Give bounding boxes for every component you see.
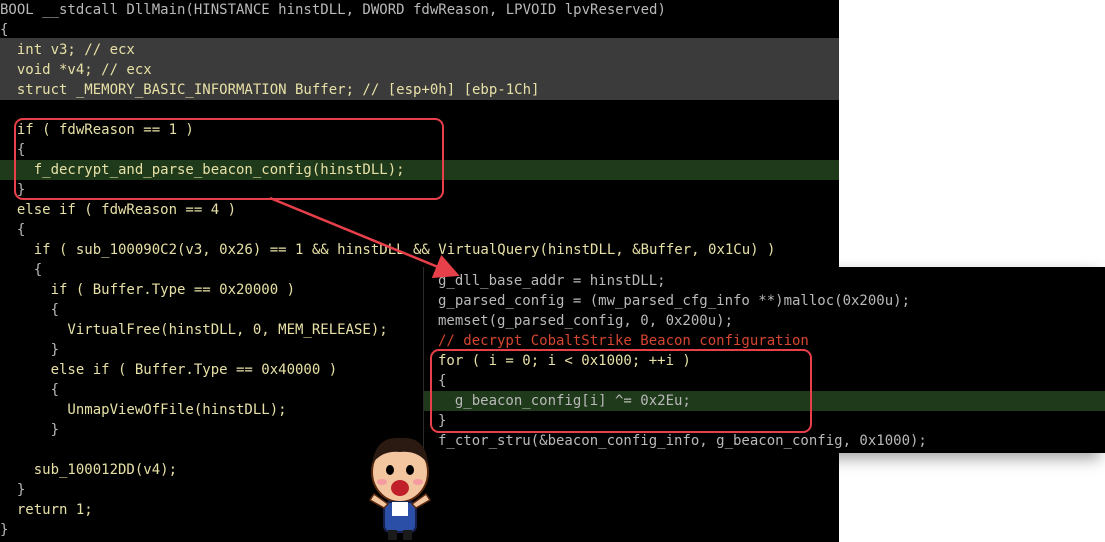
cartoon-mascot	[368, 437, 432, 540]
code-line[interactable]: memset(g_parsed_config, 0, 0x200u);	[438, 311, 733, 331]
code-line[interactable]: else if ( Buffer.Type == 0x40000 )	[0, 360, 338, 380]
annotation-box-loop	[430, 349, 812, 433]
code-line[interactable]: {	[0, 220, 25, 240]
code-line[interactable]: if ( Buffer.Type == 0x20000 )	[0, 280, 295, 300]
code-line[interactable]: }	[0, 520, 8, 540]
code-line[interactable]: return 1;	[0, 500, 93, 520]
code-comment[interactable]: // decrypt CobaltStrike Beacon configura…	[438, 331, 809, 351]
code-line[interactable]: struct _MEMORY_BASIC_INFORMATION Buffer;…	[0, 80, 540, 100]
code-line[interactable]: }	[0, 480, 25, 500]
code-line[interactable]: if ( sub_100090C2(v3, 0x26) == 1 && hins…	[0, 240, 776, 260]
code-line[interactable]: }	[0, 340, 59, 360]
code-line[interactable]: sub_100012DD(v4);	[0, 460, 177, 480]
code-line[interactable]: else if ( fdwReason == 4 )	[0, 200, 236, 220]
code-line[interactable]: g_dll_base_addr = hinstDLL;	[438, 271, 666, 291]
pseudocode-view-callee[interactable]: g_dll_base_addr = hinstDLL; g_parsed_con…	[423, 267, 1105, 453]
code-line[interactable]: f_ctor_stru(&beacon_config_info, g_beaco…	[438, 431, 927, 451]
code-line[interactable]: VirtualFree(hinstDLL, 0, MEM_RELEASE);	[0, 320, 387, 340]
code-line[interactable]: void *v4; // ecx	[0, 60, 152, 80]
code-line[interactable]: g_parsed_config = (mw_parsed_cfg_info **…	[438, 291, 910, 311]
code-line[interactable]: {	[0, 380, 59, 400]
code-line[interactable]: {	[0, 300, 59, 320]
code-line[interactable]: {	[0, 20, 8, 40]
annotation-box-if-block	[14, 118, 444, 200]
code-line[interactable]: {	[0, 260, 42, 280]
code-line[interactable]: }	[0, 420, 59, 440]
function-signature: BOOL __stdcall DllMain(HINSTANCE hinstDL…	[0, 2, 666, 18]
code-line[interactable]: BOOL __stdcall DllMain(HINSTANCE hinstDL…	[0, 0, 666, 20]
code-line[interactable]: UnmapViewOfFile(hinstDLL);	[0, 400, 286, 420]
code-line[interactable]: int v3; // ecx	[0, 40, 135, 60]
